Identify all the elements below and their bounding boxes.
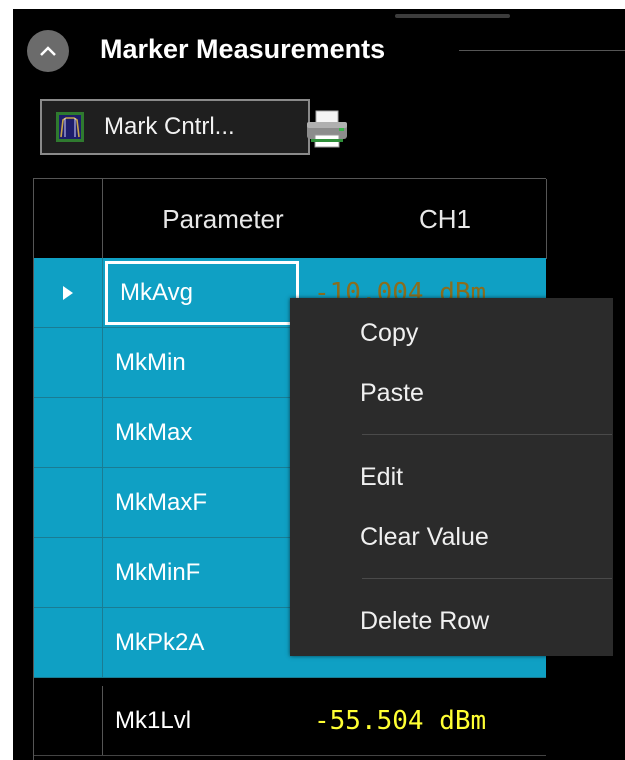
- parameter-cell[interactable]: MkMax: [103, 398, 299, 467]
- window-border: [0, 0, 13, 760]
- menu-item-paste[interactable]: Paste: [290, 364, 613, 422]
- print-button[interactable]: [301, 103, 353, 155]
- chevron-up-icon: [40, 46, 56, 56]
- parameter-cell[interactable]: Mk1Lvl: [103, 686, 299, 755]
- value-cell[interactable]: -55.504 dBm: [312, 686, 546, 755]
- row-selector[interactable]: [34, 398, 103, 467]
- collapse-button[interactable]: [27, 30, 69, 72]
- marker-spectrum-icon: [56, 112, 84, 142]
- parameter-cell[interactable]: MkAvg: [105, 261, 299, 325]
- printer-icon: [307, 110, 347, 148]
- parameter-cell[interactable]: MkPk2A: [103, 608, 299, 677]
- column-header-parameter[interactable]: Parameter: [103, 179, 343, 259]
- row-selector[interactable]: [34, 468, 103, 537]
- parameter-cell[interactable]: MkMaxF: [103, 468, 299, 537]
- menu-item-copy[interactable]: Copy: [290, 304, 613, 362]
- parameter-cell[interactable]: MkMin: [103, 328, 299, 397]
- column-header-ch1[interactable]: CH1: [344, 179, 547, 259]
- current-row-arrow-icon: [63, 285, 73, 300]
- window-top-border: [0, 0, 625, 9]
- context-menu: Copy Paste Edit Clear Value Delete Row: [290, 298, 613, 656]
- resize-grip[interactable]: [395, 14, 510, 18]
- row-selector[interactable]: [34, 608, 103, 677]
- row-selector[interactable]: [34, 258, 103, 327]
- mark-control-button[interactable]: Mark Cntrl...: [40, 99, 310, 155]
- menu-item-delete-row[interactable]: Delete Row: [290, 592, 613, 650]
- menu-separator: [362, 578, 612, 579]
- menu-item-edit[interactable]: Edit: [290, 448, 613, 506]
- row-selector[interactable]: [34, 538, 103, 607]
- grid-header: Parameter CH1: [34, 178, 547, 260]
- row-selector-header: [34, 179, 103, 259]
- menu-item-clear-value[interactable]: Clear Value: [290, 508, 613, 566]
- row-selector[interactable]: [34, 328, 103, 397]
- title-divider: [459, 50, 625, 51]
- menu-separator: [362, 434, 612, 435]
- panel-header: Marker Measurements: [13, 22, 625, 82]
- parameter-cell[interactable]: MkMinF: [103, 538, 299, 607]
- panel-title: Marker Measurements: [100, 34, 386, 64]
- table-row[interactable]: Mk1Lvl -55.504 dBm: [34, 686, 546, 756]
- toolbar: Mark Cntrl...: [13, 95, 625, 165]
- row-selector[interactable]: [34, 686, 103, 755]
- mark-control-label: Mark Cntrl...: [104, 113, 235, 140]
